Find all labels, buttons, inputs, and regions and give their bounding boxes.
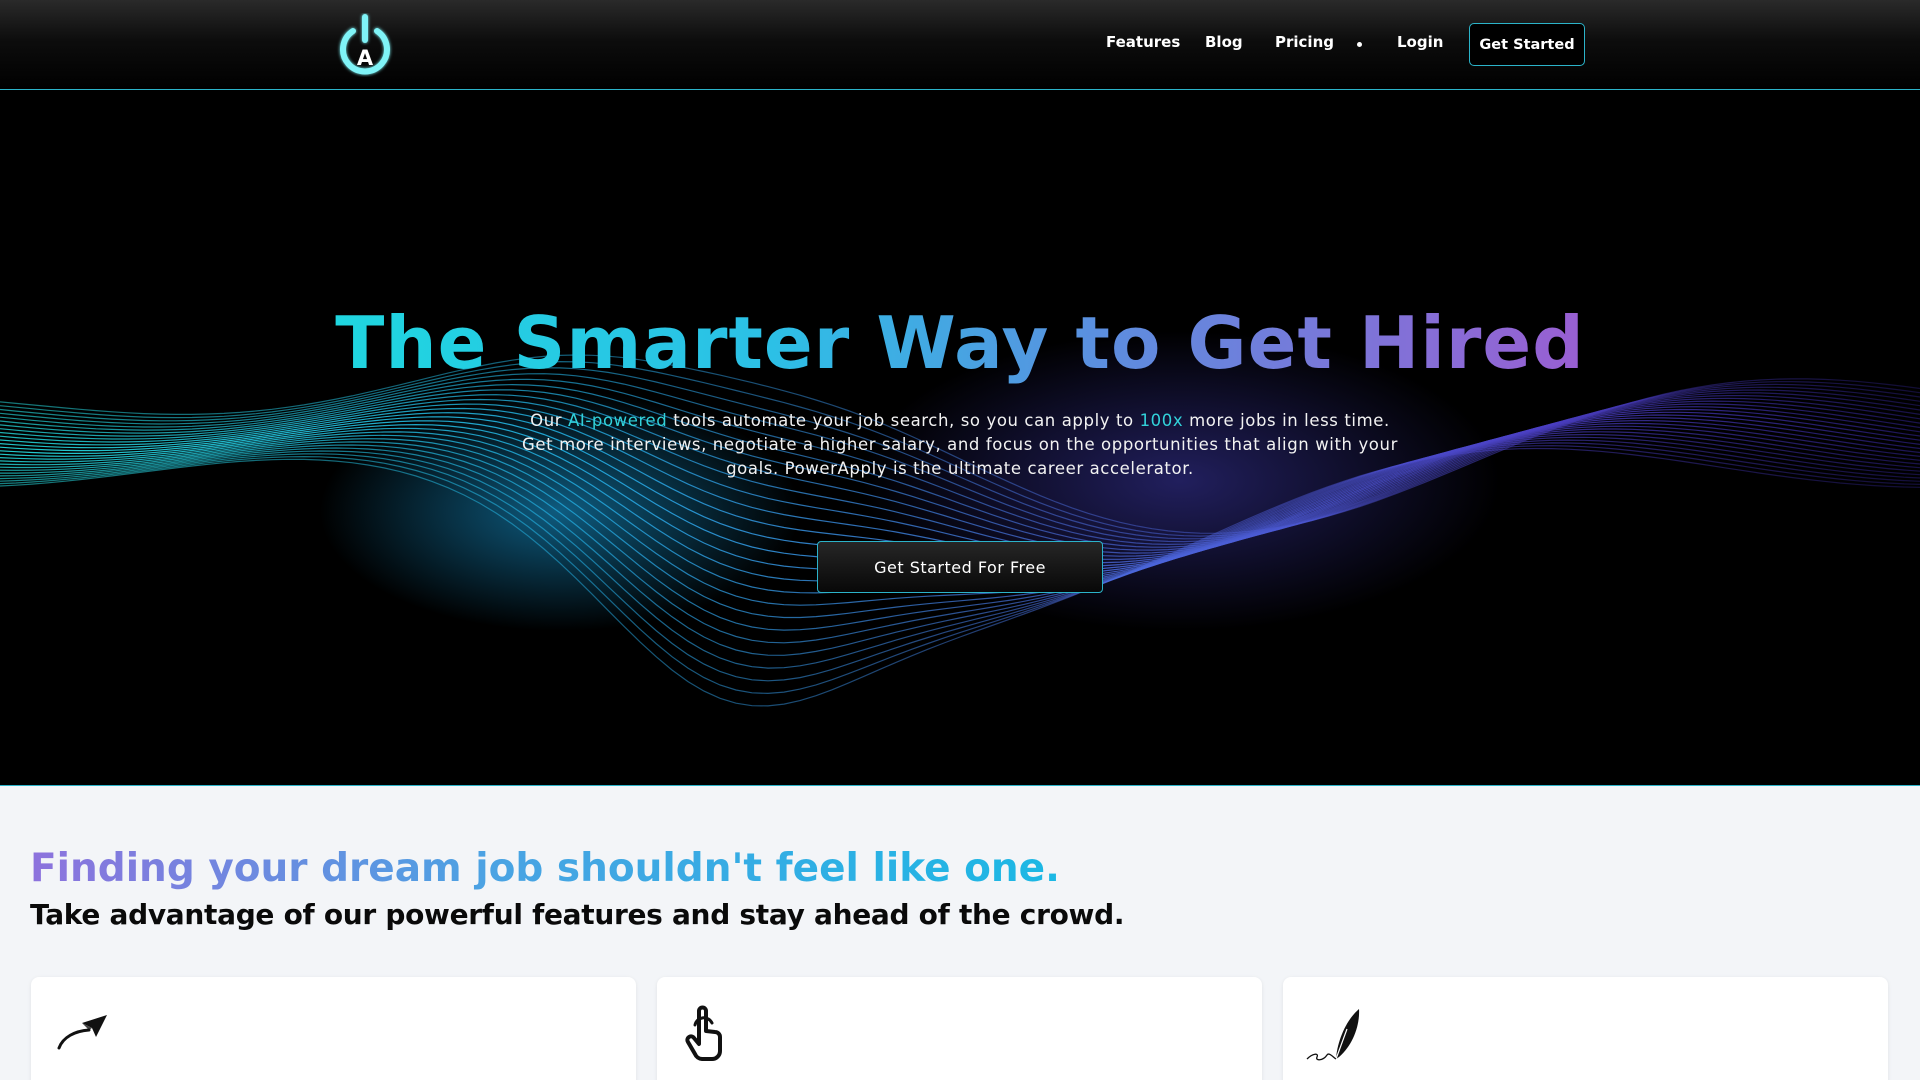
headline-word: to <box>1075 301 1162 385</box>
features-title: Finding your dream job shouldn't feel li… <box>30 846 1060 891</box>
feature-card[interactable] <box>657 977 1262 1080</box>
nav-separator-dot <box>1357 42 1362 47</box>
nav-link-features[interactable]: Features <box>1106 33 1180 51</box>
tap-hand-icon <box>685 1005 722 1061</box>
nav-link-login[interactable]: Login <box>1397 33 1443 51</box>
description-text: Our <box>530 411 568 430</box>
headline-word: Get <box>1187 301 1333 385</box>
hero-description: Our AI-powered tools automate your job s… <box>520 409 1400 481</box>
headline-word: Way <box>876 301 1050 385</box>
paper-plane-icon <box>57 1015 107 1050</box>
feature-card[interactable] <box>31 977 636 1080</box>
get-started-free-button[interactable]: Get Started For Free <box>817 541 1103 593</box>
feather-quill-icon <box>1306 1009 1360 1061</box>
hero-headline: The Smarter Way to Get Hired <box>0 301 1920 385</box>
description-text: tools automate your job search, so you c… <box>667 411 1140 430</box>
get-started-button[interactable]: Get Started <box>1469 23 1585 66</box>
headline-word: The <box>335 301 488 385</box>
top-navbar: A Features Blog Pricing Login Get Starte… <box>0 0 1920 90</box>
features-subtitle: Take advantage of our powerful features … <box>30 898 1125 931</box>
features-section: Finding your dream job shouldn't feel li… <box>0 786 1920 1080</box>
headline-word: Hired <box>1358 301 1585 385</box>
logo-letter: A <box>357 46 374 70</box>
nav-link-blog[interactable]: Blog <box>1205 33 1243 51</box>
description-highlight: 100x <box>1139 411 1184 430</box>
nav-link-pricing[interactable]: Pricing <box>1275 33 1334 51</box>
headline-word: Smarter <box>513 301 851 385</box>
description-highlight: AI-powered <box>568 411 668 430</box>
hero-section: The Smarter Way to Get Hired Our AI-powe… <box>0 91 1920 786</box>
feature-card[interactable] <box>1283 977 1888 1080</box>
power-logo-icon[interactable]: A <box>336 13 394 77</box>
